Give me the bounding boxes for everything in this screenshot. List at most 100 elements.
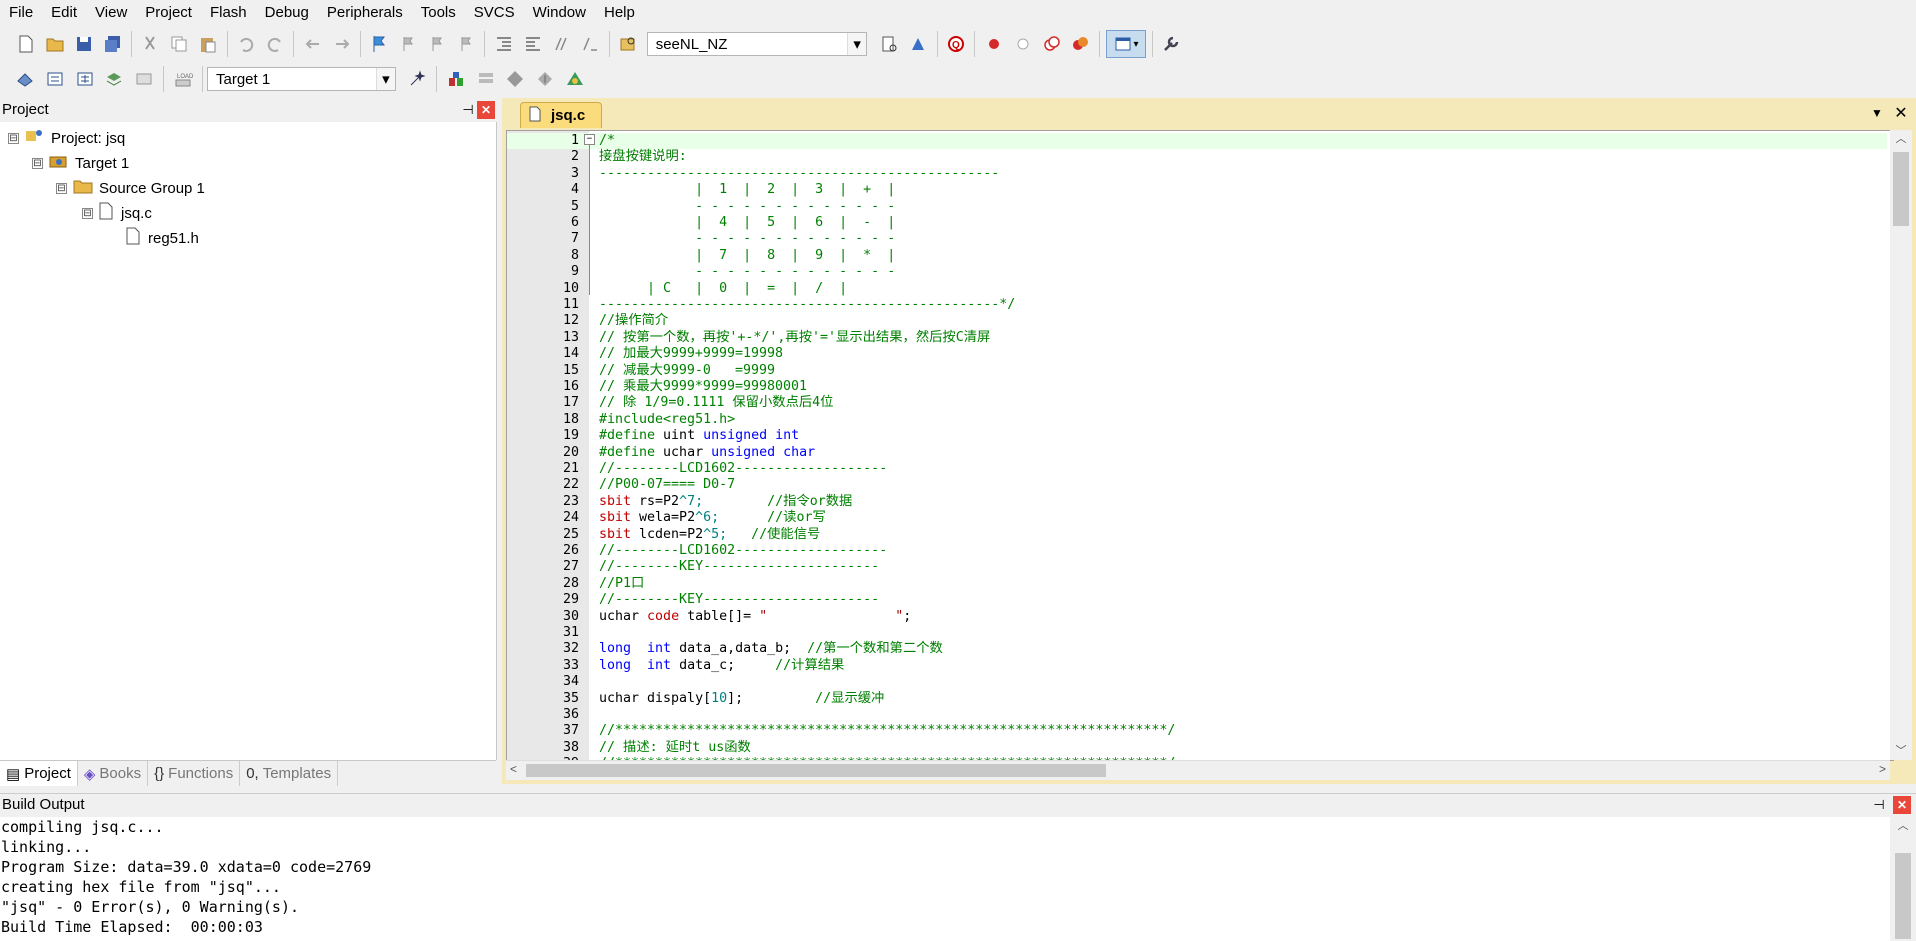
pack-installer-icon[interactable] [532,66,558,92]
code-text: long int data_c; //计算结果 [599,658,844,674]
scroll-thumb[interactable] [526,764,1106,777]
tab-functions[interactable]: {} Functions [148,761,241,786]
scroll-thumb[interactable] [1895,853,1911,939]
kill-breakpoints-icon[interactable] [1068,31,1093,57]
target-options-icon[interactable] [404,66,430,92]
build-icon[interactable] [42,66,68,92]
tree-item-jsq-c[interactable]: ⊟ jsq.c [82,202,152,224]
chevron-down-icon[interactable]: ▾ [847,33,867,55]
new-file-icon[interactable] [13,31,38,57]
chevron-down-icon[interactable]: ▾ [375,68,395,90]
build-output-scrollbar[interactable]: ︿ [1892,817,1914,941]
translate-icon[interactable] [12,66,38,92]
menu-svcs[interactable]: SVCS [465,0,524,25]
editor-vertical-scrollbar[interactable]: ︿ ﹀ [1890,130,1912,760]
tree-item-reg51-h[interactable]: reg51.h [126,227,199,249]
menu-help[interactable]: Help [595,0,644,25]
code-token: //--------KEY---------------------- [599,559,880,575]
configure-icon[interactable] [1159,31,1184,57]
editor-horizontal-scrollbar[interactable]: < > [506,760,1890,780]
open-folder-icon[interactable] [42,31,67,57]
pin-icon[interactable]: ⊣ [459,101,477,119]
collapse-icon[interactable]: ⊟ [32,157,43,169]
find-combo[interactable]: seeNL_NZ ▾ [646,32,868,56]
code-token: uchar [599,608,648,624]
target-combo[interactable]: Target 1 ▾ [207,67,396,91]
scroll-thumb[interactable] [1893,152,1909,226]
start-debug-icon[interactable]: Q [944,31,969,57]
prev-bookmark-icon[interactable] [396,31,421,57]
menu-window[interactable]: Window [524,0,595,25]
code-text: #define uchar unsigned char [599,445,815,461]
next-bookmark-icon[interactable] [425,31,450,57]
bookmark-icon[interactable] [367,31,392,57]
tab-list-icon[interactable]: ▼ [1868,104,1886,122]
nav-forward-icon[interactable] [329,31,354,57]
code-token: 接盘按键说明: [599,149,687,165]
menu-edit[interactable]: Edit [42,0,86,25]
rebuild-icon[interactable] [72,66,98,92]
stop-build-icon[interactable] [131,66,157,92]
cut-icon[interactable] [138,31,163,57]
collapse-icon[interactable]: ⊟ [8,132,19,144]
debug-session-icon[interactable] [906,31,931,57]
code-text: //--------LCD1602------------------- [599,461,887,477]
scroll-right-icon[interactable]: > [1879,762,1886,776]
menu-debug[interactable]: Debug [256,0,318,25]
menu-file[interactable]: File [0,0,42,25]
save-all-icon[interactable] [100,31,125,57]
line-number: 15 [562,362,579,378]
find-in-files-icon[interactable] [616,31,641,57]
copy-icon[interactable] [167,31,192,57]
clear-bookmarks-icon[interactable] [454,31,479,57]
menu-flash[interactable]: Flash [201,0,256,25]
manage-rte-icon[interactable] [502,66,528,92]
tab-jsq-c[interactable]: jsq.c [520,102,602,128]
unindent-icon[interactable] [520,31,545,57]
close-editor-icon[interactable]: ✕ [1892,104,1910,122]
undo-icon[interactable] [234,31,259,57]
tree-item-target[interactable]: ⊟ Target 1 [32,152,129,174]
batch-build-icon[interactable] [101,66,127,92]
menu-view[interactable]: View [86,0,136,25]
manage-project-items-icon[interactable] [443,66,469,92]
indent-icon[interactable] [491,31,516,57]
tab-project[interactable]: ▤ Project [0,761,78,786]
collapse-icon[interactable]: ⊟ [56,182,67,194]
tree-item-project[interactable]: ⊟ Project: jsq [8,127,125,149]
scroll-down-icon[interactable]: ﹀ [1890,742,1912,760]
close-icon[interactable]: ✕ [1893,796,1911,814]
insert-breakpoint-icon[interactable] [981,31,1006,57]
tab-books[interactable]: ◈ Books [78,761,149,786]
window-layout-icon[interactable]: ▾ [1105,30,1147,58]
close-icon[interactable]: ✕ [477,101,495,119]
nav-back-icon[interactable] [300,31,325,57]
scroll-left-icon[interactable]: < [510,762,517,776]
code-editor[interactable]: 1 /* 2 接盘按键说明: 3 ----------------------------… [506,130,1894,761]
save-icon[interactable] [71,31,96,57]
incremental-find-icon[interactable] [877,31,902,57]
code-text: // 乘最大9999*9999=99980001 [599,379,807,395]
collapse-icon[interactable]: ⊟ [82,207,93,219]
code-token: code [647,608,688,624]
comment-icon[interactable] [549,31,574,57]
redo-icon[interactable] [262,31,287,57]
scroll-up-icon[interactable]: ︿ [1890,130,1912,148]
fold-marker-icon[interactable]: − [584,134,595,145]
menu-peripherals[interactable]: Peripherals [318,0,412,25]
uncomment-icon[interactable] [578,31,603,57]
multi-project-icon[interactable] [562,66,588,92]
paste-icon[interactable] [196,31,221,57]
enable-breakpoint-icon[interactable] [1010,31,1035,57]
disable-breakpoints-icon[interactable] [1039,31,1064,57]
tree-item-source-group[interactable]: ⊟ Source Group 1 [56,177,205,199]
menu-project[interactable]: Project [136,0,201,25]
download-icon[interactable]: LOAD [170,66,196,92]
menu-tools[interactable]: Tools [412,0,465,25]
select-packs-icon[interactable] [473,66,499,92]
scroll-up-icon[interactable]: ︿ [1892,817,1914,835]
build-output-text[interactable]: compiling jsq.c... linking... Program Size… [0,817,1890,941]
code-token: sbit [599,526,640,542]
pin-icon[interactable]: ⊣ [1870,796,1888,814]
tab-templates[interactable]: 0, Templates [240,761,339,786]
